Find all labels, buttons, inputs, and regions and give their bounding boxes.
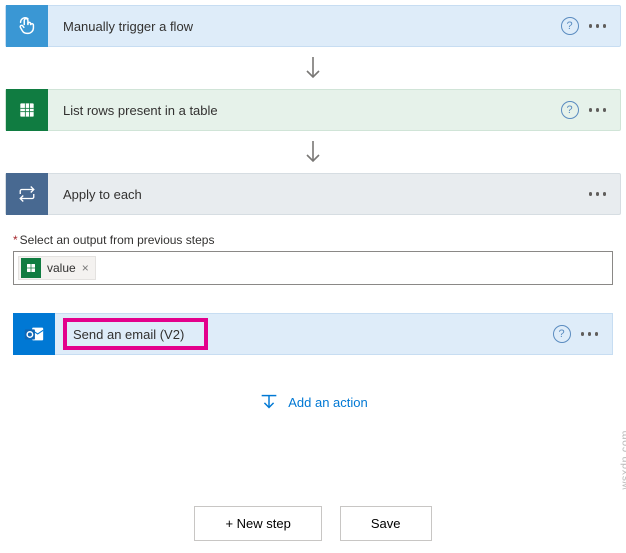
highlighted-step-title: Send an email (V2) <box>63 318 208 350</box>
excel-step-card[interactable]: List rows present in a table ? <box>5 89 621 131</box>
excel-step-title: List rows present in a table <box>48 103 561 118</box>
excel-icon <box>21 258 41 278</box>
loop-icon <box>6 173 48 215</box>
new-step-button[interactable]: + New step <box>194 506 321 541</box>
more-menu-icon[interactable] <box>589 192 621 196</box>
value-token[interactable]: value × <box>18 256 96 280</box>
outlook-step-title: Send an email (V2) <box>73 327 184 342</box>
trigger-step-title: Manually trigger a flow <box>48 19 561 34</box>
touch-icon <box>6 5 48 47</box>
excel-icon <box>6 89 48 131</box>
apply-to-each-container: Apply to each *Select an output from pre… <box>5 173 621 473</box>
more-menu-icon[interactable] <box>589 24 621 28</box>
help-icon[interactable]: ? <box>561 101 579 119</box>
more-menu-icon[interactable] <box>589 108 621 112</box>
connector-arrow <box>5 47 621 89</box>
help-icon[interactable]: ? <box>561 17 579 35</box>
connector-arrow <box>5 131 621 173</box>
apply-step-header[interactable]: Apply to each <box>5 173 621 215</box>
output-select-label: *Select an output from previous steps <box>13 233 613 247</box>
add-action-label: Add an action <box>288 395 368 410</box>
outlook-step-card[interactable]: Send an email (V2) ? <box>13 313 613 355</box>
outlook-icon <box>13 313 55 355</box>
token-text: value <box>47 261 76 275</box>
watermark-text: wsxdn.com <box>620 430 626 490</box>
save-button[interactable]: Save <box>340 506 432 541</box>
remove-token-icon[interactable]: × <box>82 261 89 275</box>
add-action-icon <box>258 391 280 413</box>
more-menu-icon[interactable] <box>581 332 613 336</box>
apply-step-title: Apply to each <box>48 187 589 202</box>
output-select-input[interactable]: value × <box>13 251 613 285</box>
trigger-step-card[interactable]: Manually trigger a flow ? <box>5 5 621 47</box>
help-icon[interactable]: ? <box>553 325 571 343</box>
add-action-button[interactable]: Add an action <box>13 355 613 413</box>
